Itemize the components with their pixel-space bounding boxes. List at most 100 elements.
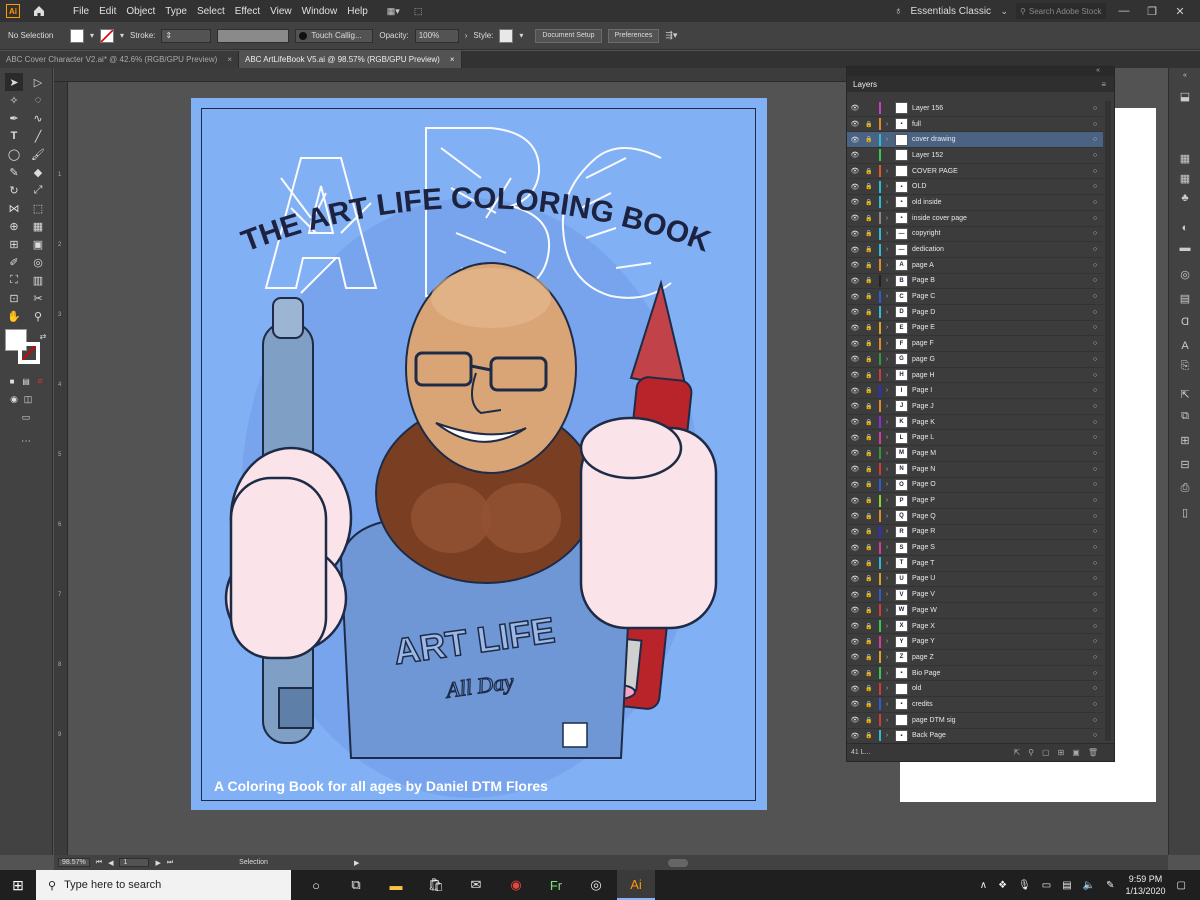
visibility-eye-icon[interactable]: 👁 (847, 151, 863, 159)
visibility-eye-icon[interactable]: 👁 (847, 575, 863, 583)
chevron-down-icon[interactable]: ▾ (519, 31, 523, 40)
adobe-stock-search[interactable]: ⚲ Search Adobe Stock (1016, 3, 1106, 19)
perspective-grid-tool-icon[interactable]: ▦ (29, 217, 47, 235)
links-icon[interactable]: ▯ (1178, 506, 1192, 520)
opentype-icon[interactable]: ⎘ (1178, 360, 1192, 374)
expand-arrow-icon[interactable]: › (881, 670, 893, 677)
layer-name[interactable]: Page M (912, 450, 1087, 457)
target-circle-icon[interactable]: ○ (1087, 497, 1103, 504)
target-circle-icon[interactable]: ○ (1087, 356, 1103, 363)
layer-row[interactable]: 👁 🔒 › Fpage F ○ (847, 336, 1103, 352)
layer-name[interactable]: Page X (912, 623, 1087, 630)
none-mode-icon[interactable]: ⧄ (31, 372, 49, 390)
layer-name[interactable]: Page E (912, 324, 1087, 331)
visibility-eye-icon[interactable]: 👁 (847, 120, 863, 128)
target-circle-icon[interactable]: ○ (1087, 215, 1103, 222)
lock-icon[interactable]: 🔒 (863, 183, 875, 190)
menu-object[interactable]: Object (121, 6, 160, 17)
arrange-icon[interactable]: ⇶▾ (665, 30, 677, 41)
visibility-eye-icon[interactable]: 👁 (847, 293, 863, 301)
lock-icon[interactable]: 🔒 (863, 121, 875, 128)
maximize-button[interactable]: ❐ (1142, 5, 1162, 18)
lock-icon[interactable]: 🔒 (863, 607, 875, 614)
target-circle-icon[interactable]: ○ (1087, 340, 1103, 347)
layer-name[interactable]: old (912, 685, 1087, 692)
visibility-eye-icon[interactable]: 👁 (847, 104, 863, 112)
layer-row[interactable]: 👁 🔒 › O Page O ○ (847, 478, 1103, 494)
appearance-icon[interactable]: ◎ (1178, 268, 1192, 282)
lock-icon[interactable]: 🔒 (863, 372, 875, 379)
layer-name[interactable]: Page D (912, 309, 1087, 316)
layer-name[interactable]: Page C (912, 293, 1087, 300)
layer-name[interactable]: page G (912, 356, 1087, 363)
layer-name[interactable]: Page L (912, 434, 1087, 441)
locate-object-icon[interactable]: ⚲ (1028, 748, 1034, 757)
lock-icon[interactable]: 🔒 (863, 262, 875, 269)
free-transform-tool-icon[interactable]: ⬚ (29, 199, 47, 217)
previous-artboard-icon[interactable]: ◀ (108, 859, 113, 867)
layer-row[interactable]: 👁 🔒 › Gpage G ○ (847, 352, 1103, 368)
eraser-tool-icon[interactable]: ◆ (29, 163, 47, 181)
zoom-level[interactable]: 98.57% (58, 858, 90, 867)
lock-icon[interactable]: 🔒 (863, 685, 875, 692)
visibility-eye-icon[interactable]: 👁 (847, 340, 863, 348)
expand-arrow-icon[interactable]: › (881, 623, 893, 630)
gradient-panel-icon[interactable]: ▬ (1178, 242, 1192, 256)
lock-icon[interactable]: 🔒 (863, 403, 875, 410)
target-circle-icon[interactable]: ○ (1087, 324, 1103, 331)
lock-icon[interactable]: 🔒 (863, 497, 875, 504)
lock-icon[interactable]: 🔒 (863, 575, 875, 582)
expand-arrow-icon[interactable]: › (881, 183, 893, 190)
lock-icon[interactable]: 🔒 (863, 230, 875, 237)
visibility-eye-icon[interactable]: 👁 (847, 591, 863, 599)
swatches-icon[interactable]: ▦ (1178, 172, 1192, 186)
layer-name[interactable]: Bio Page (912, 670, 1087, 677)
layer-row[interactable]: 👁 Layer 152 ○ (847, 148, 1103, 164)
layer-row[interactable]: 👁 🔒 › J Page J ○ (847, 399, 1103, 415)
brush-definition[interactable]: Touch Callig... (295, 28, 374, 43)
expand-arrow-icon[interactable]: › (881, 434, 893, 441)
layer-row[interactable]: 👁 🔒 › M Page M ○ (847, 446, 1103, 462)
expand-arrow-icon[interactable]: › (881, 654, 893, 661)
expand-arrow-icon[interactable]: › (881, 560, 893, 567)
volume-icon[interactable]: 🔈 (1083, 880, 1095, 891)
transform-icon[interactable]: ⇱ (1178, 388, 1192, 402)
target-circle-icon[interactable]: ○ (1087, 732, 1103, 739)
more-tools-icon[interactable]: ⋯ (17, 432, 35, 450)
expand-arrow-icon[interactable]: › (881, 450, 893, 457)
expand-arrow-icon[interactable]: › (881, 262, 893, 269)
layer-name[interactable]: page DTM sig (912, 717, 1087, 724)
lock-icon[interactable]: 🔒 (863, 340, 875, 347)
expand-arrow-icon[interactable]: › (881, 372, 893, 379)
properties-icon[interactable]: ⬓ (1178, 90, 1192, 104)
layer-row[interactable]: 👁 🔒 › Zpage Z ○ (847, 650, 1103, 666)
menu-effect[interactable]: Effect (230, 6, 265, 17)
gradient-tool-icon[interactable]: ▣ (29, 235, 47, 253)
expand-arrow-icon[interactable]: › (881, 544, 893, 551)
layer-name[interactable]: Page W (912, 607, 1087, 614)
target-circle-icon[interactable]: ○ (1087, 591, 1103, 598)
target-circle-icon[interactable]: ○ (1087, 246, 1103, 253)
layer-name[interactable]: Page K (912, 419, 1087, 426)
line-tool-icon[interactable]: ╱ (29, 127, 47, 145)
layer-row[interactable]: 👁 🔒 › R Page R ○ (847, 525, 1103, 541)
lock-icon[interactable]: 🔒 (863, 356, 875, 363)
delete-layer-icon[interactable]: 🗑 (1088, 748, 1098, 757)
target-circle-icon[interactable]: ○ (1087, 466, 1103, 473)
lock-icon[interactable]: 🔒 (863, 670, 875, 677)
layer-name[interactable]: Page T (912, 560, 1087, 567)
target-circle-icon[interactable]: ○ (1087, 168, 1103, 175)
visibility-eye-icon[interactable]: 👁 (847, 434, 863, 442)
target-circle-icon[interactable]: ○ (1087, 183, 1103, 190)
layer-row[interactable]: 👁 🔒 › page DTM sig ○ (847, 713, 1103, 729)
expand-arrow-icon[interactable]: › (881, 607, 893, 614)
expand-arrow-icon[interactable]: › (881, 168, 893, 175)
system-clock[interactable]: 9:59 PM 1/13/2020 (1126, 873, 1166, 897)
type-tool-icon[interactable]: T (5, 127, 23, 145)
chrome-icon[interactable]: ◉ (497, 870, 535, 900)
target-circle-icon[interactable]: ○ (1087, 277, 1103, 284)
close-button[interactable]: ✕ (1170, 5, 1190, 18)
preferences-button[interactable]: Preferences (607, 28, 660, 43)
target-circle-icon[interactable]: ○ (1087, 654, 1103, 661)
visibility-eye-icon[interactable]: 👁 (847, 622, 863, 630)
